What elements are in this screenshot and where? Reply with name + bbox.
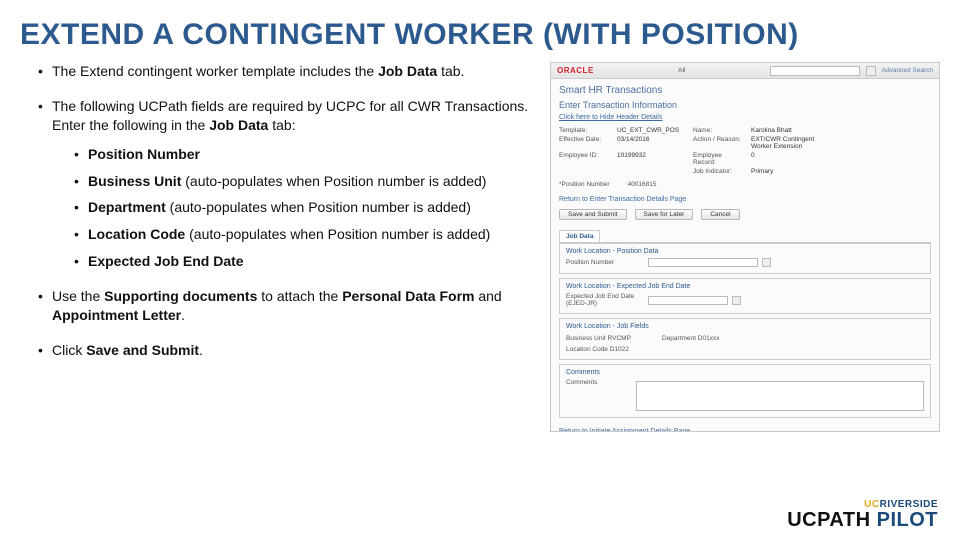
calendar-icon[interactable] — [732, 296, 741, 305]
shot-heading-1: Smart HR Transactions — [551, 79, 939, 98]
bullet-3: Use the Supporting documents to attach t… — [38, 287, 530, 325]
ejed-input[interactable] — [648, 296, 728, 305]
panel-ejed: Work Location - Expected Job End Date Ex… — [559, 278, 931, 314]
content-row: The Extend contingent worker template in… — [0, 62, 960, 432]
footer-logo: UCRIVERSIDE UCPATH PILOT — [787, 499, 938, 530]
return-link-1[interactable]: Return to Enter Transaction Details Page — [551, 190, 939, 207]
lookup-icon[interactable] — [762, 258, 771, 267]
tab-job-data[interactable]: Job Data — [559, 230, 600, 242]
button-row-top: Save and Submit Save for Later Cancel — [551, 207, 939, 226]
position-number-input[interactable] — [648, 258, 758, 267]
bullet-2: The following UCPath fields are required… — [38, 97, 530, 271]
sub-2: Business Unit (auto-populates when Posit… — [74, 172, 530, 191]
cancel-button-top[interactable]: Cancel — [701, 209, 739, 220]
save-later-button-top[interactable]: Save for Later — [635, 209, 694, 220]
shot-topbar: ORACLE All Advanced Search — [551, 63, 939, 79]
screenshot-mock: ORACLE All Advanced Search Smart HR Tran… — [550, 62, 940, 432]
shot-heading-2: Enter Transaction Information — [551, 98, 939, 114]
search-go-icon[interactable] — [866, 66, 876, 76]
slide-title: EXTEND A CONTINGENT WORKER (WITH POSITIO… — [0, 0, 960, 62]
comments-textarea[interactable] — [636, 381, 924, 411]
oracle-logo: ORACLE — [557, 66, 594, 75]
return-link-2[interactable]: Return to Initiate Assignment Details Pa… — [551, 422, 939, 432]
search-input[interactable] — [770, 66, 860, 76]
sub-1: Position Number — [74, 145, 530, 164]
panel-job-fields: Work Location - Job Fields Business Unit… — [559, 318, 931, 360]
sub-3: Department (auto-populates when Position… — [74, 198, 530, 217]
search-scope[interactable]: All — [678, 67, 685, 74]
hide-header-link[interactable]: Click here to Hide Header Details — [551, 114, 939, 125]
save-submit-button-top[interactable]: Save and Submit — [559, 209, 627, 220]
bullet-4: Click Save and Submit. — [38, 341, 530, 360]
tab-row: Job Data — [559, 230, 931, 243]
sub-4: Location Code (auto-populates when Posit… — [74, 225, 530, 244]
position-number-header: *Position Number40016815 — [551, 177, 939, 190]
panel-comments: Comments Comments — [559, 364, 931, 418]
panel-position-data: Work Location - Position Data Position N… — [559, 243, 931, 274]
bullet-1: The Extend contingent worker template in… — [38, 62, 530, 81]
advanced-search-link[interactable]: Advanced Search — [882, 67, 933, 74]
sub-5: Expected Job End Date — [74, 252, 530, 271]
bullet-column: The Extend contingent worker template in… — [20, 62, 530, 432]
header-meta: Template:UC_EXT_CWR_POS Name:Karolina Bh… — [551, 125, 939, 177]
